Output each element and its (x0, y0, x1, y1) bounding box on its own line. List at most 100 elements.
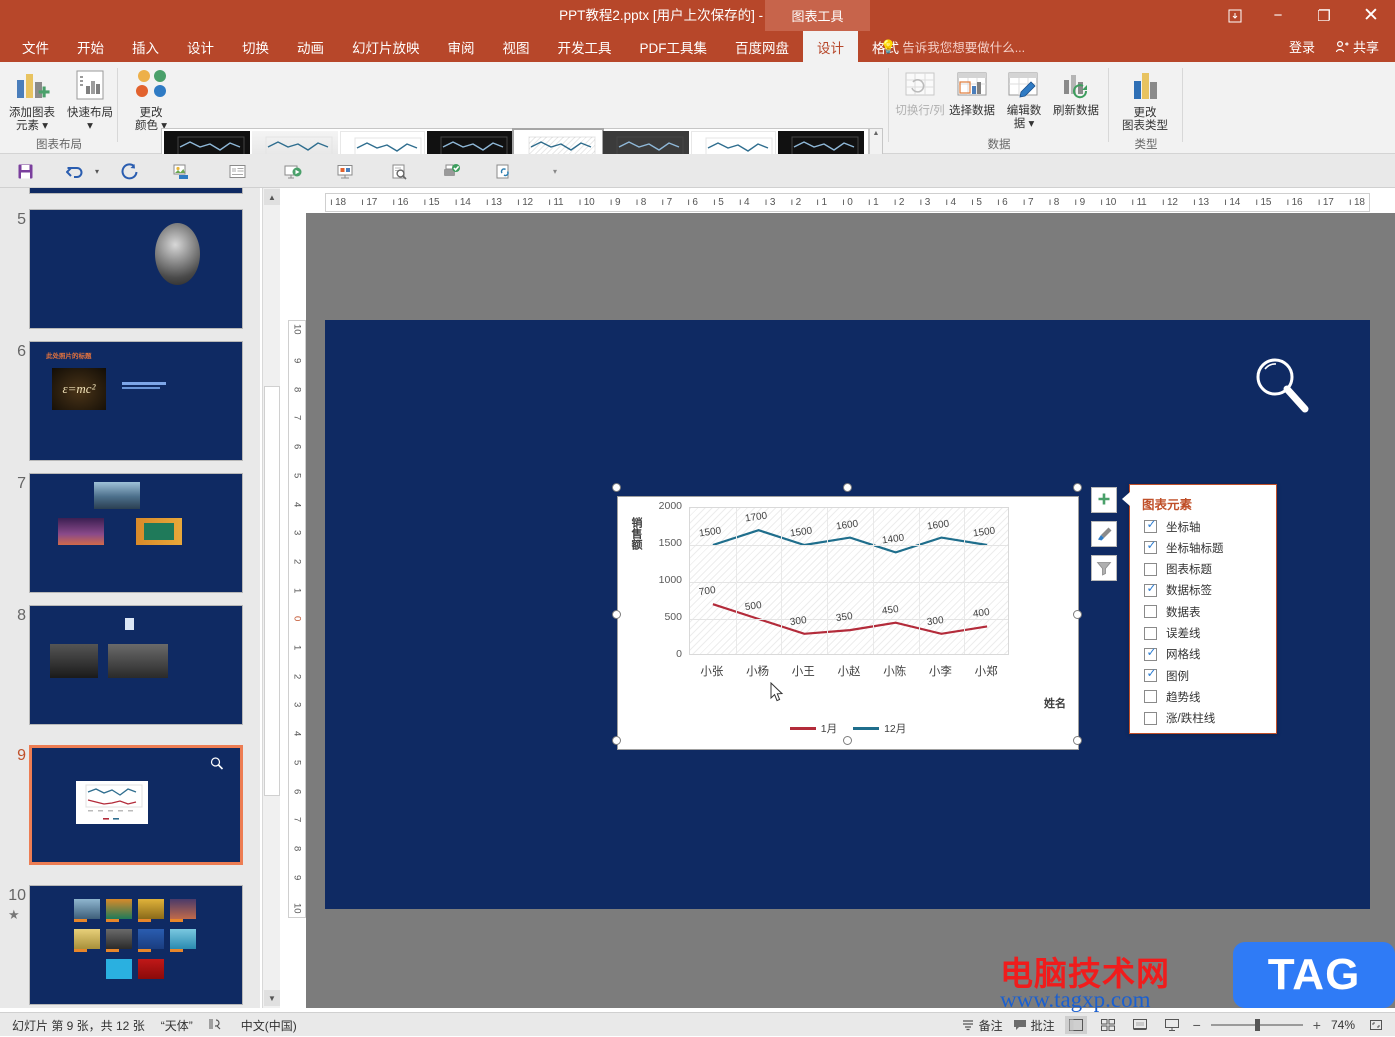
resize-handle-7[interactable] (1073, 736, 1082, 745)
zoom-in-button[interactable]: + (1313, 1017, 1321, 1033)
chart-elements-button[interactable] (1091, 487, 1117, 513)
close-button[interactable]: ✕ (1347, 0, 1395, 31)
checkbox-0[interactable] (1144, 517, 1158, 533)
preview-icon[interactable] (386, 158, 412, 184)
sign-in-link[interactable]: 登录 (1279, 31, 1325, 62)
legend-item-1月[interactable]: 1月 (789, 721, 837, 736)
share-button[interactable]: 共享 (1325, 31, 1389, 62)
chart-element-row-3[interactable]: 数据标签 (1144, 580, 1272, 601)
ribbon-tab-1[interactable]: 开始 (63, 31, 118, 62)
ribbon-tab-11[interactable]: 百度网盘 (721, 31, 803, 62)
tell-me-box[interactable]: 💡 告诉我您想要做什么... (880, 31, 1025, 62)
slide-thumbnail-9[interactable] (29, 745, 243, 865)
checkbox-7[interactable] (1144, 666, 1158, 683)
undo-dropdown-icon[interactable]: ▾ (84, 158, 110, 184)
ribbon-tab-2[interactable]: 插入 (118, 31, 173, 62)
add-chart-element-button[interactable]: 添加图表 元素 ▾ (4, 68, 60, 133)
start-from-beginning-icon[interactable] (168, 158, 194, 184)
checkbox-9[interactable] (1144, 711, 1157, 725)
chart-element-row-5[interactable]: 误差线 (1144, 623, 1272, 644)
chart-element-row-2[interactable]: 图表标题 (1144, 559, 1272, 580)
scroll-up-icon[interactable]: ▲ (264, 189, 280, 205)
ribbon-tab-12[interactable]: 设计 (803, 31, 858, 62)
slide-thumbnail-8[interactable] (29, 605, 243, 725)
new-slide-icon[interactable] (224, 158, 250, 184)
chart-elements-panel[interactable]: 图表元素 坐标轴坐标轴标题图表标题数据标签数据表误差线网格线图例趋势线涨/跌柱线 (1129, 484, 1277, 734)
resize-handle-1[interactable] (842, 483, 852, 492)
refresh-data-button[interactable]: 刷新数据 (1050, 68, 1102, 118)
slide-thumbnail-4[interactable] (29, 188, 243, 194)
resize-handle-0[interactable] (612, 483, 621, 492)
ribbon-tab-5[interactable]: 动画 (283, 31, 338, 62)
language-indicator[interactable]: 中文(中国) (241, 1017, 297, 1034)
checkbox-3[interactable] (1144, 581, 1158, 597)
change-chart-type-button[interactable]: 更改 图表类型 (1117, 68, 1173, 133)
ribbon-tab-9[interactable]: 开发工具 (544, 31, 626, 62)
resize-handle-4[interactable] (1073, 609, 1082, 619)
chart-element-row-8[interactable]: 趋势线 (1144, 686, 1272, 707)
comments-button[interactable]: 批注 (1013, 1017, 1055, 1034)
hyperlink-icon[interactable] (490, 158, 516, 184)
save-icon[interactable] (12, 158, 38, 184)
select-data-button[interactable]: 选择数据 (946, 68, 998, 118)
zoom-level-label[interactable]: 74% (1331, 1018, 1355, 1032)
slide-thumbnail-6[interactable]: 此处照片的标题 ε=mc² (29, 341, 243, 461)
slide-panel-scrollbar[interactable]: ▲ ▼ (262, 188, 280, 1008)
edit-data-button[interactable]: 编辑数 据 ▾ (998, 68, 1050, 131)
restore-button[interactable]: ❐ (1301, 0, 1347, 31)
slideshow-view-icon[interactable] (1161, 1016, 1183, 1034)
series-line-12月[interactable] (712, 529, 988, 554)
change-colors-button[interactable]: 更改 颜色 ▾ (123, 68, 179, 133)
gallery-scroll-up-icon[interactable]: ▲ (873, 130, 880, 137)
resize-handle-2[interactable] (1073, 483, 1082, 492)
slide-counter[interactable]: 幻灯片 第 9 张，共 12 张 (12, 1017, 145, 1034)
present-online-icon[interactable] (280, 158, 306, 184)
quick-print-icon[interactable] (438, 158, 464, 184)
slide-thumbnail-7[interactable] (29, 473, 243, 593)
resize-handle-3[interactable] (612, 609, 621, 619)
chart-element-row-9[interactable]: 涨/跌柱线 (1144, 708, 1272, 729)
animation-indicator[interactable]: ★ (8, 907, 20, 923)
proofing-icon[interactable] (209, 1018, 225, 1033)
slide-thumbnail-panel[interactable]: 5 6 此处照片的标题 ε=mc² 7 8 9 10 ★ (0, 188, 260, 1008)
theme-name[interactable]: “天体” (161, 1017, 193, 1034)
slide-thumbnail-10[interactable] (29, 885, 243, 1005)
scrollbar-thumb[interactable] (264, 386, 280, 796)
chart-object[interactable]: 销售额 0 500 1000 1500 2000 小张 小杨 小王 小赵 小陈 小李 小郑 700 5… (617, 496, 1079, 750)
ribbon-tab-4[interactable]: 切换 (228, 31, 283, 62)
quick-layout-button[interactable]: 快速布局 ▾ (62, 68, 118, 133)
legend-item-12月[interactable]: 12月 (853, 721, 906, 736)
slide-sorter-icon[interactable] (1097, 1016, 1119, 1034)
checkbox-5[interactable] (1144, 626, 1157, 640)
ribbon-tab-3[interactable]: 设计 (173, 31, 228, 62)
ribbon-tab-8[interactable]: 视图 (489, 31, 544, 62)
qat-more-icon[interactable]: ▾ (542, 158, 568, 184)
checkbox-2[interactable] (1144, 562, 1157, 576)
zoom-slider[interactable] (1210, 1018, 1303, 1032)
slide-thumbnail-5[interactable] (29, 209, 243, 329)
slideshow-icon[interactable] (332, 158, 358, 184)
chart-element-row-7[interactable]: 图例 (1144, 665, 1272, 686)
redo-icon[interactable] (116, 158, 142, 184)
chart-filters-button[interactable] (1091, 555, 1117, 581)
checkbox-4[interactable] (1144, 605, 1157, 619)
ribbon-display-options-icon[interactable] (1215, 0, 1255, 31)
ribbon-tab-6[interactable]: 幻灯片放映 (338, 31, 434, 62)
notes-button[interactable]: 备注 (961, 1017, 1003, 1034)
chart-element-row-0[interactable]: 坐标轴 (1144, 516, 1272, 537)
chart-element-row-4[interactable]: 数据表 (1144, 601, 1272, 622)
zoom-out-button[interactable]: − (1193, 1017, 1201, 1033)
ribbon-tab-0[interactable]: 文件 (8, 31, 63, 62)
ribbon-tab-7[interactable]: 审阅 (434, 31, 489, 62)
fit-slide-icon[interactable] (1365, 1016, 1387, 1034)
chart-element-row-6[interactable]: 网格线 (1144, 644, 1272, 665)
checkbox-1[interactable] (1144, 538, 1158, 555)
chart-element-row-1[interactable]: 坐标轴标题 (1144, 537, 1272, 558)
scroll-down-icon[interactable]: ▼ (264, 990, 280, 1006)
resize-handle-6[interactable] (842, 736, 852, 745)
checkbox-8[interactable] (1144, 690, 1157, 704)
normal-view-icon[interactable] (1064, 1016, 1087, 1034)
chart-legend[interactable]: 1月 12月 (618, 721, 1078, 736)
ribbon-tab-10[interactable]: PDF工具集 (626, 31, 722, 62)
chart-styles-button[interactable] (1091, 521, 1117, 547)
